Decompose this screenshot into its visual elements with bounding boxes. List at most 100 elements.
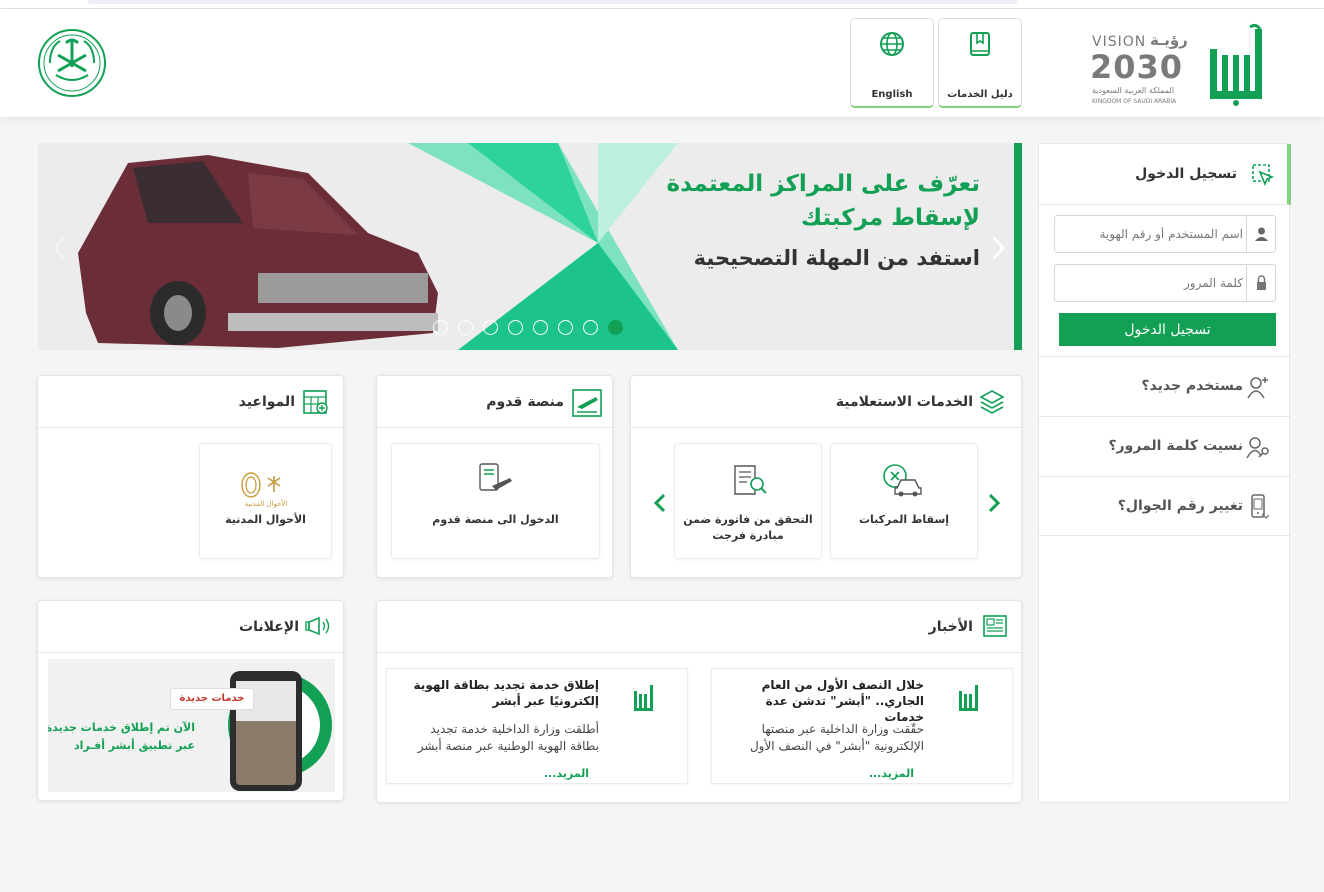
- banner-dot-active[interactable]: [608, 320, 623, 335]
- news-item-desc: أطلقت وزارة الداخلية خدمة تجديد بطاقة ال…: [417, 722, 599, 753]
- login-sidebar: تسجيل الدخول تسجيل الدخول مستخدم جديد؟ ن…: [1038, 143, 1291, 803]
- login-header: تسجيل الدخول: [1039, 144, 1291, 205]
- inquiry-card-header: الخدمات الاستعلامية: [631, 376, 1021, 428]
- english-button[interactable]: English: [850, 18, 934, 108]
- inquiry-next-chevron-icon[interactable]: [987, 492, 1001, 514]
- tile-farajat-invoice[interactable]: التحقق من فاتورة ضمن مبادرة فرجت: [674, 443, 822, 559]
- banner-line-3: استفد من المهلة التصحيحية: [693, 246, 980, 270]
- emblem-icon: [38, 29, 106, 97]
- banner-dots: [433, 320, 623, 336]
- banner-dot[interactable]: [558, 320, 573, 335]
- globe-icon: [880, 32, 904, 56]
- username-field[interactable]: [1054, 215, 1276, 253]
- absher-small-logo-icon: [959, 685, 978, 711]
- tile-civil-affairs-label: الأحوال المدنية: [225, 513, 306, 526]
- lock-icon: [1246, 265, 1275, 301]
- vision-2030-logo: VISION رؤيـة 2030 المملكة العربية السعود…: [1090, 31, 1200, 111]
- car-cancel-icon: [883, 464, 922, 497]
- news-item-title: خلال النصف الأول من العام الجاري.. "أبشر…: [761, 678, 924, 724]
- new-user-label: مستخدم جديد؟: [1141, 378, 1243, 394]
- tile-vehicle-dropping[interactable]: إسقاط المركبات: [830, 443, 978, 559]
- add-user-icon: [1247, 377, 1268, 399]
- tile-arrival-platform[interactable]: الدخول الى منصة قدوم: [391, 443, 600, 559]
- banner-line-2: لإسقاط مركبتك: [801, 205, 980, 231]
- services-guide-button[interactable]: دليل الخدمات: [938, 18, 1022, 108]
- change-mobile-link[interactable]: تغيير رقم الجوال؟: [1039, 476, 1291, 536]
- saudi-emblem-logo[interactable]: [36, 27, 108, 99]
- banner-dot[interactable]: [433, 320, 448, 335]
- password-field[interactable]: [1054, 264, 1276, 302]
- absher-small-logo-icon: [634, 685, 653, 711]
- layers-icon: [979, 390, 1005, 414]
- banner-line-1: تعرّف على المراكز المعتمدة: [666, 171, 980, 197]
- appointments-title: المواعيد: [238, 394, 295, 410]
- inquiry-title: الخدمات الاستعلامية: [835, 394, 973, 410]
- tile-civil-affairs[interactable]: الأحوال المدنية الأحوال المدنية: [199, 443, 332, 559]
- forgot-password-label: نسيت كلمة المرور؟: [1108, 438, 1243, 454]
- news-item[interactable]: خلال النصف الأول من العام الجاري.. "أبشر…: [711, 668, 1013, 784]
- site-header: English دليل الخدمات VISION رؤيـة 2030 ا…: [0, 9, 1324, 117]
- appointments-card: المواعيد الأحوال المدنية الأحوال المدنية: [37, 375, 344, 578]
- mobile-phone-icon: [1251, 494, 1270, 519]
- ads-line-1: الآن تم إطلاق خدمات جديدة: [48, 721, 195, 734]
- user-key-icon: [1246, 437, 1269, 459]
- newspaper-icon: [983, 615, 1007, 637]
- ads-new-services-badge: خدمات جديدة: [170, 688, 254, 710]
- forgot-password-link[interactable]: نسيت كلمة المرور؟: [1039, 416, 1291, 476]
- username-input[interactable]: [1057, 218, 1243, 250]
- news-card: الأخبار خلال النصف الأول من العام الجاري…: [376, 600, 1022, 803]
- password-input[interactable]: [1057, 267, 1243, 299]
- login-button[interactable]: تسجيل الدخول: [1059, 313, 1276, 346]
- banner-dot[interactable]: [483, 320, 498, 335]
- banner-dot[interactable]: [583, 320, 598, 335]
- arrival-title: منصة قدوم: [486, 394, 564, 410]
- news-item-desc: حقّقت وزارة الداخلية عبر منصتها الإلكترو…: [749, 722, 924, 753]
- ads-card-header: الإعلانات: [38, 601, 343, 653]
- absher-logo-icon: [1210, 23, 1262, 106]
- book-icon: [970, 32, 990, 56]
- change-mobile-label: تغيير رقم الجوال؟: [1117, 498, 1243, 514]
- megaphone-icon: [305, 616, 330, 636]
- ads-banner[interactable]: خدمات جديدة الآن تم إطلاق خدمات جديدة عب…: [48, 659, 335, 792]
- vision-kingdom-en: KINGDOM OF SAUDI ARABIA: [1092, 98, 1177, 105]
- login-title: تسجيل الدخول: [1135, 166, 1237, 182]
- news-title: الأخبار: [928, 619, 973, 635]
- calendar-add-icon: [303, 390, 328, 414]
- appointments-card-header: المواعيد: [38, 376, 343, 428]
- arrival-card-header: منصة قدوم: [377, 376, 612, 428]
- tile-vehicle-dropping-label: إسقاط المركبات: [858, 513, 950, 526]
- ads-line-2: عبر تطبيق أبشر أفـراد: [73, 739, 195, 752]
- vision-kingdom-ar: المملكة العربية السعودية: [1092, 86, 1175, 95]
- top-strip-bar: [88, 0, 1018, 4]
- inquiry-services-card: الخدمات الاستعلامية إسقاط المركبات التحق…: [630, 375, 1022, 578]
- document-search-icon: [734, 465, 767, 495]
- hero-banner[interactable]: تعرّف على المراكز المعتمدة لإسقاط مركبتك…: [38, 143, 1022, 350]
- ads-card: الإعلانات خدمات جديدة الآن تم إطلاق خدما…: [37, 600, 344, 801]
- banner-prev-chevron-icon[interactable]: [52, 235, 68, 261]
- user-icon: [1246, 216, 1275, 252]
- news-item-title: إطلاق خدمة تجديد بطاقة الهوية إلكترونيًا…: [413, 678, 599, 708]
- banner-dot[interactable]: [508, 320, 523, 335]
- absher-logo[interactable]: [1206, 21, 1268, 107]
- new-user-link[interactable]: مستخدم جديد؟: [1039, 356, 1291, 416]
- civil-affairs-logo-text: الأحوال المدنية: [244, 500, 288, 508]
- plane-landing-icon: [572, 389, 602, 417]
- banner-dot[interactable]: [458, 320, 473, 335]
- tile-farajat-invoice-label: التحقق من فاتورة ضمن مبادرة فرجت: [683, 513, 813, 542]
- top-strip: [0, 0, 1324, 9]
- news-more-link[interactable]: المزيد...: [544, 767, 589, 780]
- news-more-link[interactable]: المزيد...: [869, 767, 914, 780]
- civil-affairs-logo-icon: [241, 472, 281, 498]
- arrival-platform-card: منصة قدوم الدخول الى منصة قدوم: [376, 375, 613, 578]
- banner-dot[interactable]: [533, 320, 548, 335]
- news-card-header: الأخبار: [377, 601, 1021, 653]
- vision-year: 2030: [1090, 48, 1184, 86]
- login-cursor-icon: [1252, 164, 1275, 187]
- banner-next-chevron-icon[interactable]: [990, 235, 1006, 261]
- inquiry-prev-chevron-icon[interactable]: [653, 492, 667, 514]
- tile-arrival-platform-label: الدخول الى منصة قدوم: [432, 513, 559, 526]
- news-item[interactable]: إطلاق خدمة تجديد بطاقة الهوية إلكترونيًا…: [386, 668, 688, 784]
- passport-plane-icon: [479, 463, 512, 491]
- vision-arabic: رؤيـة: [1150, 31, 1188, 49]
- services-guide-label: دليل الخدمات: [947, 89, 1013, 100]
